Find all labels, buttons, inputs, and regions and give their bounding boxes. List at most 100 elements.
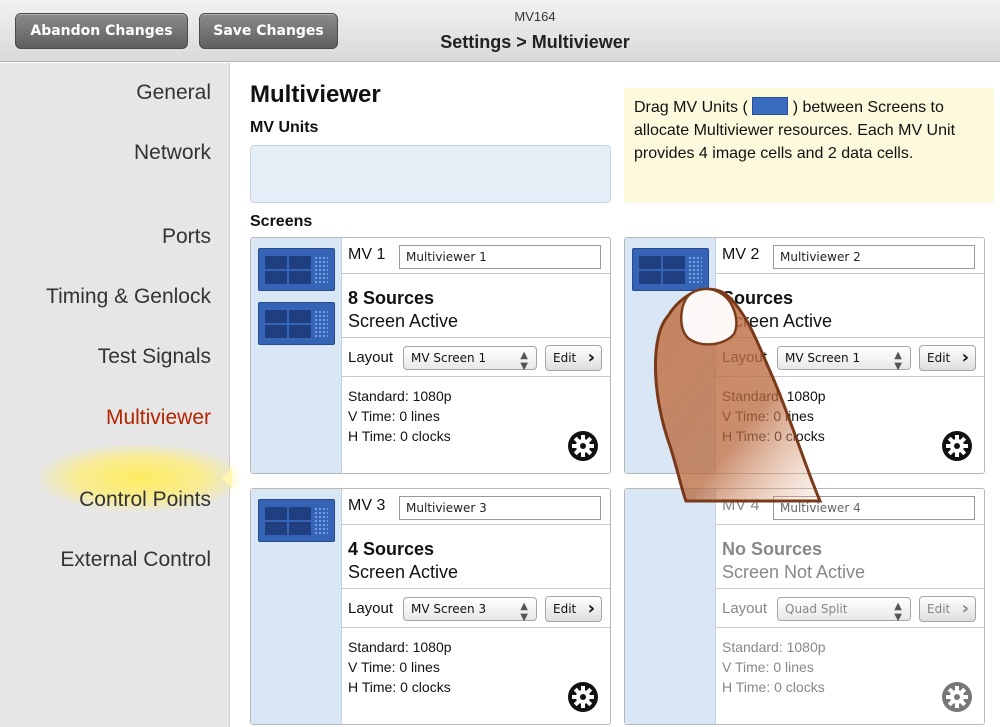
mv-unit-chip-icon xyxy=(752,97,789,115)
main-content: Multiviewer MV Units Drag MV Units ( ) b… xyxy=(231,63,1000,727)
screen-label: MV 4 xyxy=(722,497,760,514)
select-arrows-icon: ▲ ▼ xyxy=(520,350,528,372)
htime-value: H Time: 0 clocks xyxy=(348,428,451,444)
layout-value: MV Screen 1 xyxy=(411,351,487,365)
layout-value: MV Screen 1 xyxy=(785,351,861,365)
standard-value: Standard: 1080p xyxy=(722,388,826,404)
mv-units-pool[interactable] xyxy=(250,145,611,203)
vtime-value: V Time: 0 lines xyxy=(722,659,814,675)
gear-icon[interactable] xyxy=(568,431,598,461)
screen-stats: Standard: 1080p V Time: 0 lines H Time: … xyxy=(722,637,826,697)
sources-count: 8 Sources xyxy=(348,288,435,308)
mv-unit-icon[interactable] xyxy=(258,302,335,345)
select-arrows-icon: ▲ ▼ xyxy=(894,601,902,623)
sidebar-item-network[interactable]: Network xyxy=(134,141,211,165)
screen-card-mv1: MV 1 Multiviewer 1 8 Sources Screen Acti… xyxy=(250,237,611,474)
screen-header: MV 2 Multiviewer 2 xyxy=(716,238,984,274)
device-name: MV164 xyxy=(514,9,556,24)
hint-text-start: Drag MV Units ( xyxy=(634,99,748,116)
vtime-value: V Time: 0 lines xyxy=(348,659,440,675)
top-toolbar: Abandon Changes Save Changes MV164 Setti… xyxy=(0,0,1000,62)
screen-name-input[interactable]: Multiviewer 1 xyxy=(399,245,601,269)
sidebar-item-external-control[interactable]: External Control xyxy=(60,548,211,572)
screen-header: MV 3 Multiviewer 3 xyxy=(342,489,610,525)
edit-label: Edit xyxy=(553,602,577,616)
gear-icon[interactable] xyxy=(942,682,972,712)
screen-status: Screen Active xyxy=(722,311,833,331)
htime-value: H Time: 0 clocks xyxy=(348,679,451,695)
unit-drop-zone[interactable] xyxy=(251,489,342,724)
gear-icon[interactable] xyxy=(568,682,598,712)
layout-select[interactable]: Quad Split ▲ ▼ xyxy=(777,597,911,623)
gear-icon[interactable] xyxy=(942,431,972,461)
layout-select[interactable]: MV Screen 1 ▲ ▼ xyxy=(403,346,537,372)
screens-label: Screens xyxy=(250,213,313,230)
standard-value: Standard: 1080p xyxy=(348,388,452,404)
screen-card-mv3: MV 3 Multiviewer 3 4 Sources Screen Acti… xyxy=(250,488,611,725)
standard-value: Standard: 1080p xyxy=(722,639,826,655)
unit-drop-zone[interactable] xyxy=(625,489,716,724)
layout-label: Layout xyxy=(348,349,394,366)
edit-layout-button[interactable]: Edit › xyxy=(545,596,602,622)
screen-label: MV 1 xyxy=(348,246,386,263)
chevron-right-icon: › xyxy=(587,598,595,619)
sidebar-item-test-signals[interactable]: Test Signals xyxy=(98,345,211,369)
edit-layout-button[interactable]: Edit › xyxy=(545,345,602,371)
screen-stats: Standard: 1080p V Time: 0 lines H Time: … xyxy=(722,386,826,446)
htime-value: H Time: 0 clocks xyxy=(722,428,825,444)
layout-label: Layout xyxy=(722,349,768,366)
edit-label: Edit xyxy=(927,602,951,616)
standard-value: Standard: 1080p xyxy=(348,639,452,655)
page-title: Multiviewer xyxy=(250,81,381,108)
unit-drop-zone[interactable] xyxy=(251,238,342,473)
screen-name-input[interactable]: Multiviewer 3 xyxy=(399,496,601,520)
vtime-value: V Time: 0 lines xyxy=(722,408,814,424)
screen-stats: Standard: 1080p V Time: 0 lines H Time: … xyxy=(348,637,452,697)
screen-card-mv4: MV 4 Multiviewer 4 No Sources Screen Not… xyxy=(624,488,985,725)
htime-value: H Time: 0 clocks xyxy=(722,679,825,695)
screen-name-input[interactable]: Multiviewer 2 xyxy=(773,245,975,269)
sources-count: 4 Sources xyxy=(348,539,435,559)
layout-row: Layout MV Screen 3 ▲ ▼ Edit › xyxy=(342,588,610,628)
layout-select[interactable]: MV Screen 1 ▲ ▼ xyxy=(777,346,911,372)
screen-status: Screen Not Active xyxy=(722,562,866,582)
mv-units-label: MV Units xyxy=(250,119,319,136)
screen-label: MV 3 xyxy=(348,497,386,514)
sources-count: No Sources xyxy=(722,539,823,559)
edit-layout-button[interactable]: Edit › xyxy=(919,596,976,622)
sidebar-item-multiviewer[interactable]: Multiviewer xyxy=(106,406,211,430)
layout-value: MV Screen 3 xyxy=(411,602,487,616)
screen-card-mv2: MV 2 Multiviewer 2 Sources Screen Active… xyxy=(624,237,985,474)
screen-header: MV 1 Multiviewer 1 xyxy=(342,238,610,274)
sidebar: General Network Ports Timing & Genlock T… xyxy=(0,63,240,727)
mv-unit-icon[interactable] xyxy=(258,248,335,291)
sidebar-item-ports[interactable]: Ports xyxy=(162,225,211,249)
unit-drop-zone[interactable] xyxy=(625,238,716,473)
screen-name-input[interactable]: Multiviewer 4 xyxy=(773,496,975,520)
help-hint: Drag MV Units ( ) between Screens to all… xyxy=(624,88,994,203)
sidebar-item-timing-genlock[interactable]: Timing & Genlock xyxy=(46,285,211,309)
mv-unit-icon[interactable] xyxy=(632,248,709,291)
select-arrows-icon: ▲ ▼ xyxy=(520,601,528,623)
layout-row: Layout Quad Split ▲ ▼ Edit › xyxy=(716,588,984,628)
screen-label: MV 2 xyxy=(722,246,760,263)
layout-label: Layout xyxy=(722,600,768,617)
sidebar-item-general[interactable]: General xyxy=(136,81,211,105)
mv-unit-icon[interactable] xyxy=(258,499,335,542)
vtime-value: V Time: 0 lines xyxy=(348,408,440,424)
edit-label: Edit xyxy=(927,351,951,365)
chevron-right-icon: › xyxy=(587,347,595,368)
screen-status: Screen Active xyxy=(348,311,459,331)
edit-layout-button[interactable]: Edit › xyxy=(919,345,976,371)
sidebar-item-control-points[interactable]: Control Points xyxy=(79,488,211,512)
layout-value: Quad Split xyxy=(785,602,848,616)
layout-label: Layout xyxy=(348,600,394,617)
layout-row: Layout MV Screen 1 ▲ ▼ Edit › xyxy=(342,337,610,377)
layout-select[interactable]: MV Screen 3 ▲ ▼ xyxy=(403,597,537,623)
chevron-right-icon: › xyxy=(961,347,969,368)
select-arrows-icon: ▲ ▼ xyxy=(894,350,902,372)
screen-header: MV 4 Multiviewer 4 xyxy=(716,489,984,525)
screen-status: Screen Active xyxy=(348,562,459,582)
edit-label: Edit xyxy=(553,351,577,365)
breadcrumb: Settings > Multiviewer xyxy=(440,32,630,52)
